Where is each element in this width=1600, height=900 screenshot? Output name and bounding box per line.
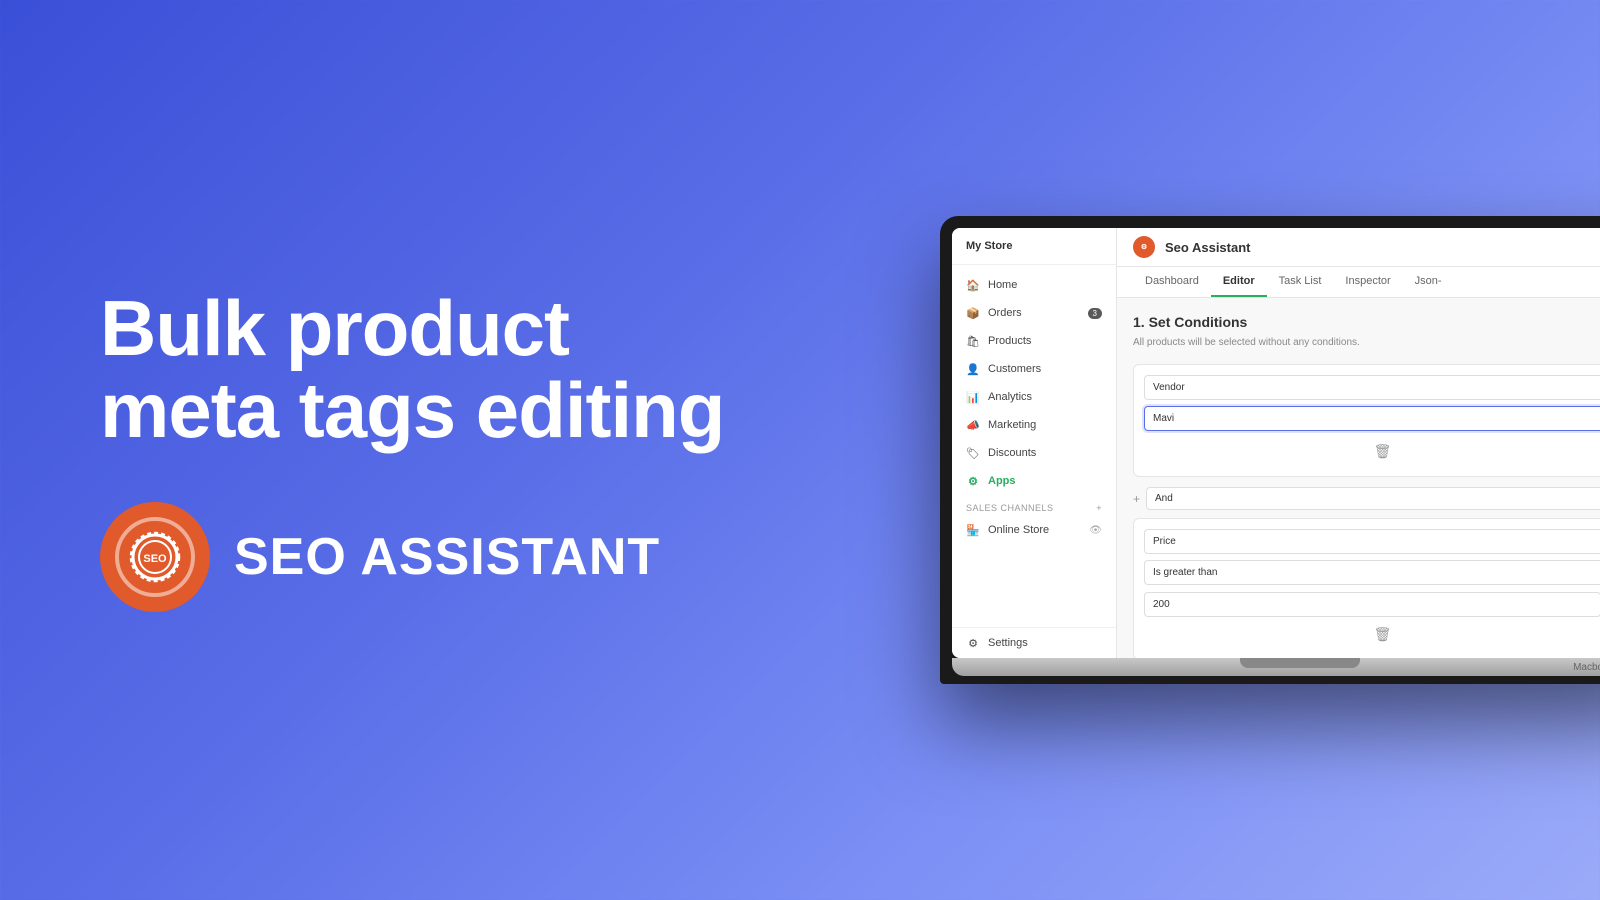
apps-icon: ⚙ (966, 474, 980, 488)
condition-block-2: Price Vendor Title Is greater than Is le… (1133, 518, 1600, 658)
section-title: 1. Set Conditions (1133, 314, 1600, 330)
brand-name: SEO ASSISTANT (234, 527, 660, 587)
tab-inspector[interactable]: Inspector (1333, 267, 1402, 297)
price-value-input[interactable] (1144, 592, 1600, 617)
tab-editor[interactable]: Editor (1211, 267, 1267, 297)
sidebar-item-online-store[interactable]: 🏪 Online Store 👁 (952, 516, 1116, 544)
laptop-label: Macbook Pro (1573, 662, 1600, 673)
delete-condition-1-button[interactable]: 🗑 (1366, 441, 1400, 462)
main-content: ⚙ Seo Assistant Dashboard Editor Task Li… (1117, 228, 1600, 658)
plus-icon: + (1096, 503, 1102, 513)
app-title: Seo Assistant (1165, 240, 1251, 255)
price-operator-select[interactable]: Is greater than Is less than Is equal to (1144, 560, 1600, 585)
settings-icon: ⚙ (966, 636, 980, 650)
tab-dashboard[interactable]: Dashboard (1133, 267, 1211, 297)
sidebar-item-apps[interactable]: ⚙ Apps (952, 467, 1116, 495)
sidebar-item-discounts[interactable]: 🏷 Discounts (952, 439, 1116, 467)
online-store-icon: 🏪 (966, 523, 980, 537)
price-field-select[interactable]: Price Vendor Title (1144, 529, 1600, 554)
store-name: My Store (966, 240, 1102, 252)
brand-row: SEO SEO ASSISTANT (100, 502, 820, 612)
condition-block-1: Vendor Title Price Tag Mavi Nike Adidas (1133, 364, 1600, 477)
brand-logo: SEO (100, 502, 210, 612)
sidebar-item-orders[interactable]: 📦 Orders 3 (952, 299, 1116, 327)
hero-title: Bulk product meta tags editing (100, 288, 820, 452)
marketing-icon: 📣 (966, 418, 980, 432)
delete-condition-2-button[interactable]: 🗑 (1366, 624, 1400, 645)
laptop-notch (1240, 658, 1360, 668)
sidebar: My Store 🏠 Home 📦 Orders 3 (952, 228, 1117, 658)
laptop-base: Macbook Pro (952, 658, 1600, 676)
sidebar-item-products[interactable]: 🛍 Products (952, 327, 1116, 355)
eye-icon: 👁 (1089, 525, 1102, 536)
sidebar-item-analytics[interactable]: 📊 Analytics (952, 383, 1116, 411)
sidebar-item-marketing[interactable]: 📣 Marketing (952, 411, 1116, 439)
main-body: 1. Set Conditions All products will be s… (1117, 298, 1600, 658)
laptop-area: My Store 🏠 Home 📦 Orders 3 (900, 0, 1600, 900)
and-operator-select[interactable]: And Or (1146, 487, 1600, 510)
vendor-field-select[interactable]: Vendor Title Price Tag (1144, 375, 1600, 400)
products-icon: 🛍 (966, 334, 980, 348)
sidebar-nav: 🏠 Home 📦 Orders 3 🛍 Products (952, 265, 1116, 627)
and-plus-icon: + (1133, 492, 1140, 506)
laptop: My Store 🏠 Home 📦 Orders 3 (940, 216, 1600, 684)
svg-text:SEO: SEO (143, 553, 167, 565)
orders-icon: 📦 (966, 306, 980, 320)
sidebar-item-customers[interactable]: 👤 Customers (952, 355, 1116, 383)
tab-json[interactable]: Json- (1403, 267, 1454, 297)
analytics-icon: 📊 (966, 390, 980, 404)
tab-tasklist[interactable]: Task List (1267, 267, 1334, 297)
and-row: + And Or (1133, 487, 1600, 510)
seo-gear-icon: SEO (125, 527, 185, 587)
orders-badge: 3 (1088, 308, 1102, 319)
section-subtitle: All products will be selected without an… (1133, 336, 1600, 350)
tabs-row: Dashboard Editor Task List Inspector Jso… (1117, 267, 1600, 298)
vendor-value-select[interactable]: Mavi Nike Adidas (1144, 406, 1600, 431)
app-logo-text: ⚙ (1141, 243, 1147, 251)
app-logo: ⚙ (1133, 236, 1155, 258)
home-icon: 🏠 (966, 278, 980, 292)
discounts-icon: 🏷 (966, 446, 980, 460)
customers-icon: 👤 (966, 362, 980, 376)
sales-channels-label: Sales channels + (952, 495, 1116, 516)
sidebar-item-settings[interactable]: ⚙ Settings (966, 636, 1102, 650)
app-header: ⚙ Seo Assistant (1117, 228, 1600, 267)
sidebar-item-home[interactable]: 🏠 Home (952, 271, 1116, 299)
